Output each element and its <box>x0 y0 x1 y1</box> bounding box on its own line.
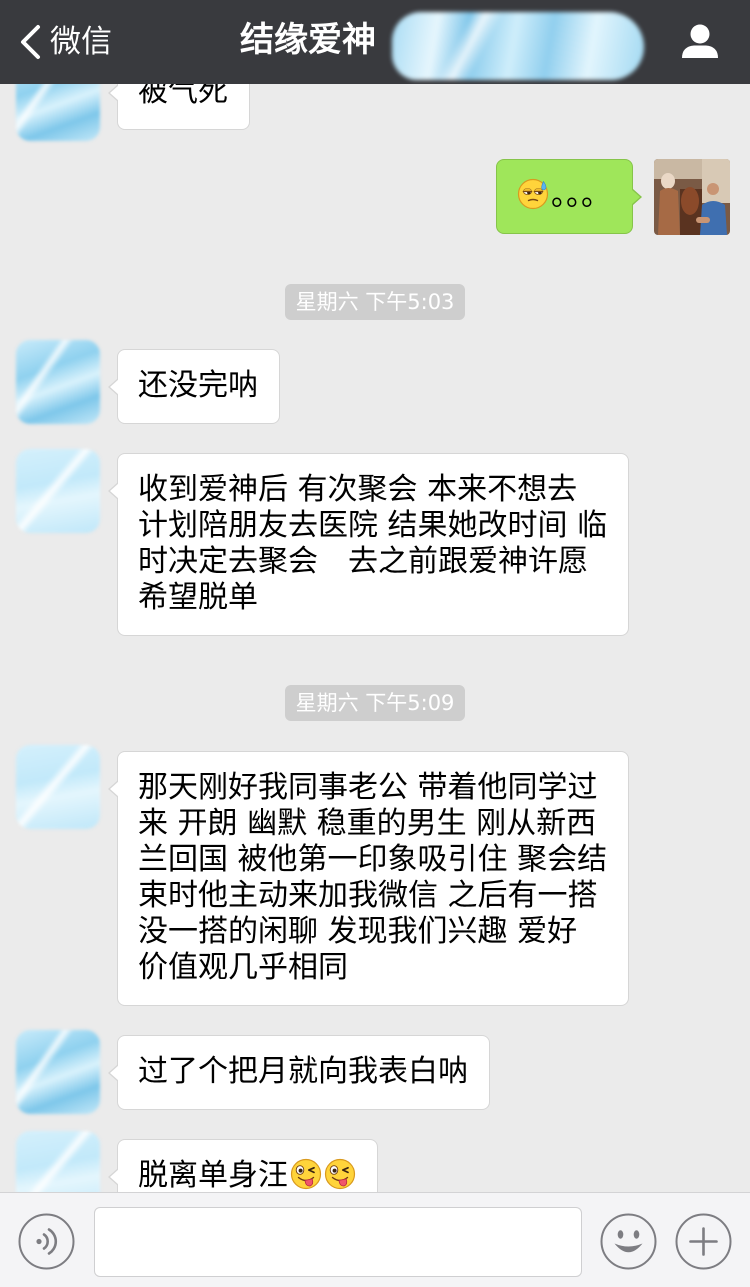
contact-avatar[interactable] <box>16 340 100 424</box>
message-text-line: 时决定去聚会 去之前跟爱神许愿 <box>138 544 588 579</box>
redacted-title-blur <box>392 12 644 80</box>
message-text-line: 价值观几乎相同 <box>138 950 348 985</box>
message-text-line: 束时他主动来加我微信 之后有一搭 <box>138 878 598 913</box>
person-icon <box>681 24 719 58</box>
message-text-line: 来 开朗 幽默 稳重的男生 刚从新西 <box>138 806 597 841</box>
message-text-line: 还没完呐 <box>138 368 258 403</box>
message-input[interactable] <box>94 1207 582 1277</box>
message-bubble-incoming[interactable]: 过了个把月就向我表白呐 <box>108 1035 490 1110</box>
input-bar <box>0 1192 750 1287</box>
chevron-left-icon <box>18 24 42 60</box>
message-text-line: 过了个把月就向我表白呐 <box>138 1054 468 1089</box>
more-button[interactable] <box>675 1213 732 1270</box>
back-button[interactable]: 微信 <box>18 20 112 64</box>
chat-title: 结缘爱神 <box>240 20 376 60</box>
voice-button[interactable] <box>18 1213 75 1270</box>
message-text-line: 收到爱神后 有次聚会 本来不想去 <box>138 472 578 507</box>
chat-info-button[interactable] <box>681 24 719 58</box>
emoji-face-icon <box>600 1213 657 1270</box>
message-text: 脱离单身汪 <box>138 1158 288 1193</box>
back-label: 微信 <box>50 24 112 60</box>
message-text-line: 脱离单身汪 <box>138 1158 356 1194</box>
message-text-line: 希望脱单 <box>138 580 258 615</box>
contact-avatar[interactable] <box>16 1030 100 1114</box>
message-text-line: 那天刚好我同事老公 带着他同学过 <box>138 770 598 805</box>
timestamp-row: 星期六 下午5:09 <box>0 685 750 721</box>
plus-icon <box>675 1213 732 1270</box>
timestamp: 星期六 下午5:09 <box>284 685 466 721</box>
voice-icon <box>18 1213 75 1270</box>
sweat-face-icon <box>517 178 549 210</box>
emoji-button[interactable] <box>600 1213 657 1270</box>
message-bubble-incoming[interactable]: 还没完呐 <box>108 349 280 424</box>
message-bubble-outgoing[interactable]: 。。。 <box>496 159 642 234</box>
message-text-line: 没一搭的闲聊 发现我们兴趣 爱好 <box>138 914 578 949</box>
chat-scroll-area[interactable]: 被气死 。。。 星期六 下午5:03 还没完呐 收到爱神后 有次聚会 本来不想去… <box>0 0 750 1287</box>
timestamp-row: 星期六 下午5:03 <box>0 284 750 320</box>
winking-tongue-face-icon <box>290 1158 322 1190</box>
message-bubble-incoming[interactable]: 收到爱神后 有次聚会 本来不想去 计划陪朋友去医院 结果她改时间 临 时决定去聚… <box>107 453 630 636</box>
message-text: 。。。 <box>551 178 611 213</box>
winking-tongue-face-icon <box>324 1158 356 1190</box>
message-bubble-incoming[interactable]: 那天刚好我同事老公 带着他同学过 来 开朗 幽默 稳重的男生 刚从新西 兰回国 … <box>107 751 630 1006</box>
nav-bar: 微信 结缘爱神 <box>0 0 750 84</box>
message-text-line: 兰回国 被他第一印象吸引住 聚会结 <box>138 842 608 877</box>
contact-avatar[interactable] <box>16 745 100 829</box>
my-avatar[interactable] <box>654 159 730 235</box>
timestamp: 星期六 下午5:03 <box>284 284 466 320</box>
contact-avatar[interactable] <box>16 449 100 533</box>
message-text-line: 计划陪朋友去医院 结果她改时间 临 <box>138 508 608 543</box>
